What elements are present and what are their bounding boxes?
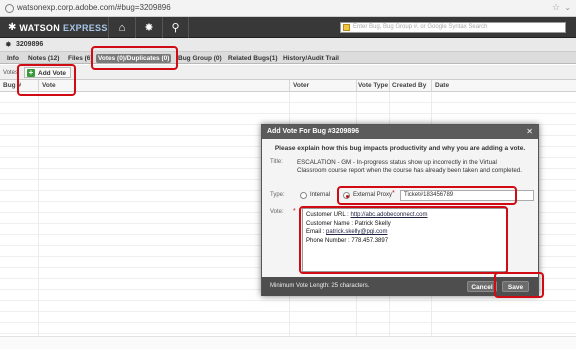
search-input[interactable]: Enter Bug, Bug Group #, or Google Syntax… <box>340 22 566 33</box>
column-voter[interactable]: Voter <box>293 82 309 89</box>
bug-id: 3209896 <box>16 41 44 48</box>
votes-label: Votes <box>3 70 19 76</box>
cancel-button[interactable]: Cancel <box>467 281 497 292</box>
column-vote[interactable]: Vote <box>42 82 56 89</box>
bug-button[interactable]: ✸ <box>135 17 162 38</box>
tab-notes[interactable]: Notes (12) <box>26 54 61 63</box>
browser-address-bar[interactable]: watsonexp.corp.adobe.com/#bug=3209896 ☆ … <box>0 0 576 17</box>
column-divider <box>356 80 357 92</box>
gear-icon: ✱ <box>8 21 17 33</box>
star-icon[interactable]: ☆ <box>552 2 560 13</box>
add-vote-label: Add Vote <box>38 70 67 77</box>
add-vote-dialog: Add Vote For Bug #3209896 ✕ Please expla… <box>261 124 539 296</box>
min-length-note: Minimum Vote Length: 25 characters. <box>270 283 370 289</box>
vote-line: Phone Number : 778.457.3897 <box>306 237 389 244</box>
tab-bug-group[interactable]: Bug Group (0) <box>176 54 224 63</box>
votes-toolbar: Votes + Add Vote <box>0 65 576 80</box>
column-vote-type[interactable]: Vote Type <box>358 82 388 89</box>
type-label: Type: <box>270 192 285 198</box>
bug-title-value: ESCALATION - GM - In-progress status sho… <box>297 159 522 174</box>
vote-line: Email : patrick.skelly@pgi.com <box>306 229 388 236</box>
title-label: Title: <box>270 159 283 165</box>
proxy-ticket-value: Ticket#183456789 <box>404 192 454 198</box>
bug-id-bar: ✸ 3209896 <box>0 38 576 52</box>
column-divider <box>38 80 39 92</box>
type-internal-label[interactable]: Internal <box>310 192 330 198</box>
required-marker: * <box>293 208 296 215</box>
table-row <box>0 301 576 312</box>
required-marker: * <box>392 190 395 197</box>
search-icon: ⚲ <box>171 22 180 34</box>
type-external-proxy-radio[interactable] <box>343 192 350 199</box>
vote-label: Vote: <box>270 209 284 215</box>
search-button[interactable]: ⚲ <box>162 17 189 38</box>
tab-votes-duplicates[interactable]: Votes (0)/Duplicates (0) <box>96 54 172 63</box>
search-field-icon <box>343 24 350 31</box>
add-vote-button[interactable]: + Add Vote <box>24 67 72 78</box>
globe-icon <box>5 4 14 13</box>
type-internal-radio[interactable] <box>300 192 307 199</box>
column-date[interactable]: Date <box>435 82 449 89</box>
table-row <box>0 323 576 334</box>
table-row <box>0 312 576 323</box>
column-created-by[interactable]: Created By <box>392 82 426 89</box>
vote-line: Customer Name : Patrick Skelly <box>306 220 391 227</box>
save-button[interactable]: Save <box>502 281 529 292</box>
app-header: ✱ WATSON EXPRESS ⌂ ✸ ⚲ Enter Bug, Bug Gro… <box>0 17 576 38</box>
url-text[interactable]: watsonexp.corp.adobe.com/#bug=3209896 <box>17 3 171 12</box>
tab-history-audit[interactable]: History/Audit Trail <box>281 54 341 63</box>
table-row <box>0 103 576 114</box>
dialog-title: Add Vote For Bug #3209896 <box>262 125 538 139</box>
dialog-footer: Minimum Vote Length: 25 characters. Canc… <box>262 277 538 296</box>
home-button[interactable]: ⌂ <box>108 17 135 38</box>
vote-line: Customer URL : http://abc.adobeconnect.c… <box>306 212 428 218</box>
search-placeholder: Enter Bug, Bug Group #, or Google Syntax… <box>353 24 488 30</box>
votes-table-header: Bug # Vote Voter Vote Type Created By Da… <box>0 80 576 92</box>
dialog-instructions: Please explain how this bug impacts prod… <box>274 145 526 152</box>
table-row <box>0 92 576 103</box>
tab-files[interactable]: Files (6) <box>66 54 95 63</box>
column-divider <box>389 80 390 92</box>
tab-info[interactable]: Info <box>5 54 21 63</box>
logo-primary: WATSON <box>19 22 61 33</box>
bug-icon: ✸ <box>144 22 154 34</box>
column-divider <box>289 80 290 92</box>
grid-line <box>38 92 39 349</box>
logo[interactable]: ✱ WATSON EXPRESS <box>8 21 108 34</box>
close-icon[interactable]: ✕ <box>526 127 533 136</box>
column-divider <box>431 80 432 92</box>
home-icon: ⌂ <box>118 21 126 34</box>
chevron-down-icon[interactable]: ⌄ <box>564 3 571 12</box>
logo-secondary: EXPRESS <box>63 22 108 33</box>
tab-bar: Info Notes (12) Files (6) Votes (0)/Dupl… <box>0 52 576 64</box>
tab-related-bugs[interactable]: Related Bugs(1) <box>226 54 279 63</box>
column-bug[interactable]: Bug # <box>3 82 21 89</box>
vote-textarea[interactable]: Customer URL : http://abc.adobeconnect.c… <box>302 208 508 272</box>
bug-icon: ✸ <box>5 40 12 49</box>
proxy-ticket-input[interactable]: Ticket#183456789 <box>400 190 534 201</box>
plus-icon: + <box>27 68 35 77</box>
footer-strip <box>0 336 576 349</box>
type-external-proxy-label[interactable]: External Proxy <box>353 192 392 198</box>
